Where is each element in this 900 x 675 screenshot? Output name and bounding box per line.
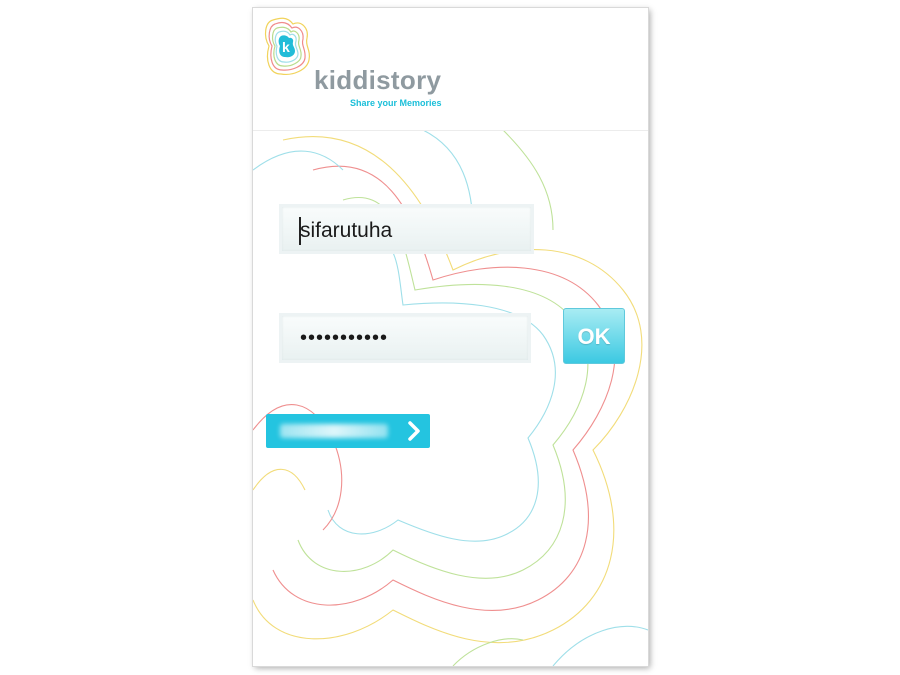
redacted-button-label: [280, 424, 388, 438]
password-input[interactable]: •••••••••••: [279, 313, 531, 363]
app-screen: k kiddistory Share your Memories sifarut…: [253, 8, 648, 666]
ok-button[interactable]: OK: [563, 308, 625, 364]
password-value: •••••••••••: [300, 327, 389, 349]
svg-text:k: k: [282, 39, 290, 55]
username-input[interactable]: sifarutuha: [279, 204, 534, 254]
username-value: sifarutuha: [300, 219, 393, 242]
redacted-action-button[interactable]: [266, 414, 430, 448]
kiddistory-logo-icon: k: [264, 17, 311, 75]
brand-tagline: Share your Memories: [350, 98, 442, 108]
brand-name: kiddistory: [314, 65, 442, 95]
app-header: k kiddistory Share your Memories: [253, 8, 648, 131]
chevron-right-icon: [408, 421, 420, 441]
